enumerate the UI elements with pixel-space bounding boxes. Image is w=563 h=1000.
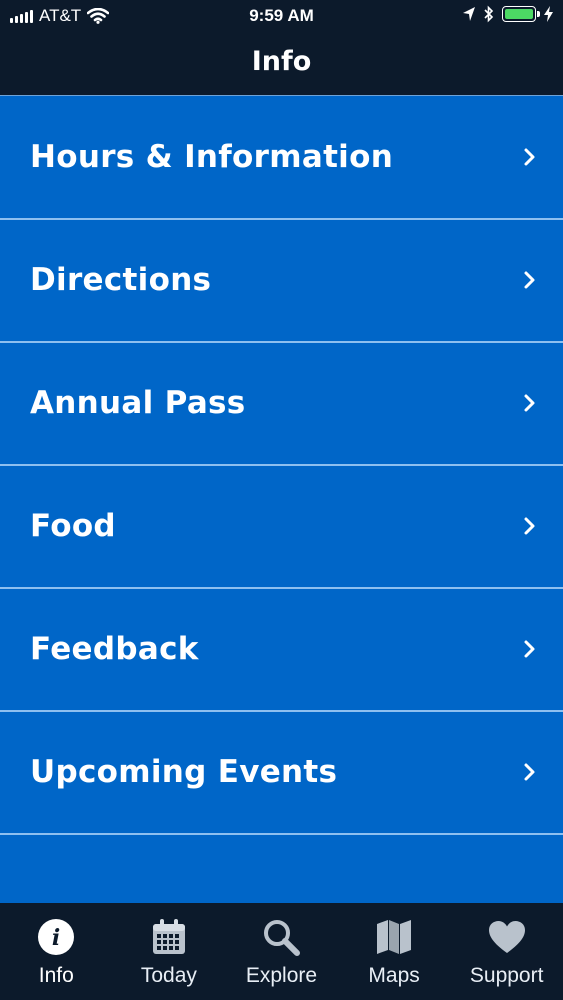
- battery-icon: [502, 6, 540, 22]
- status-bar: AT&T 9:59 AM: [0, 0, 563, 34]
- tab-label: Explore: [245, 964, 318, 987]
- chevron-right-icon: [524, 763, 535, 781]
- tab-label: Info: [38, 964, 74, 987]
- tab-label: Support: [469, 964, 544, 987]
- chevron-right-icon: [524, 394, 535, 412]
- menu-item-feedback[interactable]: Feedback: [0, 589, 563, 712]
- top-bar: AT&T 9:59 AM Info: [0, 0, 563, 96]
- tab-explore[interactable]: Explore: [225, 903, 338, 1000]
- menu-item-annual-pass[interactable]: Annual Pass: [0, 343, 563, 466]
- menu-item-hours-information[interactable]: Hours & Information: [0, 97, 563, 220]
- info-icon: i: [38, 919, 75, 955]
- battery-level: [505, 9, 533, 19]
- map-icon: [377, 920, 412, 954]
- menu-item-label: Upcoming Events: [30, 754, 338, 790]
- menu-item-label: Feedback: [30, 631, 199, 667]
- heart-icon: [488, 921, 525, 953]
- tab-support[interactable]: Support: [450, 903, 563, 1000]
- menu-item-directions[interactable]: Directions: [0, 220, 563, 343]
- info-menu: Hours & Information Directions Annual Pa…: [0, 97, 563, 835]
- chevron-right-icon: [524, 148, 535, 166]
- tab-maps[interactable]: Maps: [338, 903, 451, 1000]
- tab-label: Maps: [368, 964, 420, 987]
- tab-info[interactable]: i Info: [0, 903, 113, 1000]
- menu-item-upcoming-events[interactable]: Upcoming Events: [0, 712, 563, 835]
- location-arrow-icon: [463, 7, 475, 21]
- chevron-right-icon: [524, 517, 535, 535]
- menu-item-label: Food: [30, 508, 116, 544]
- menu-item-label: Annual Pass: [30, 385, 246, 421]
- charging-bolt-icon: [544, 6, 553, 22]
- menu-item-label: Directions: [30, 262, 212, 298]
- search-icon: [264, 920, 301, 956]
- menu-item-food[interactable]: Food: [0, 466, 563, 589]
- calendar-icon: [152, 919, 185, 954]
- tab-today[interactable]: Today: [113, 903, 226, 1000]
- page-title: Info: [251, 46, 312, 77]
- tab-bar: i Info Today Explore Maps Support: [0, 903, 563, 1000]
- menu-item-label: Hours & Information: [30, 139, 394, 175]
- svg-text:i: i: [52, 925, 60, 951]
- tab-label: Today: [140, 964, 197, 987]
- chevron-right-icon: [524, 640, 535, 658]
- chevron-right-icon: [524, 271, 535, 289]
- bluetooth-icon: [484, 5, 494, 23]
